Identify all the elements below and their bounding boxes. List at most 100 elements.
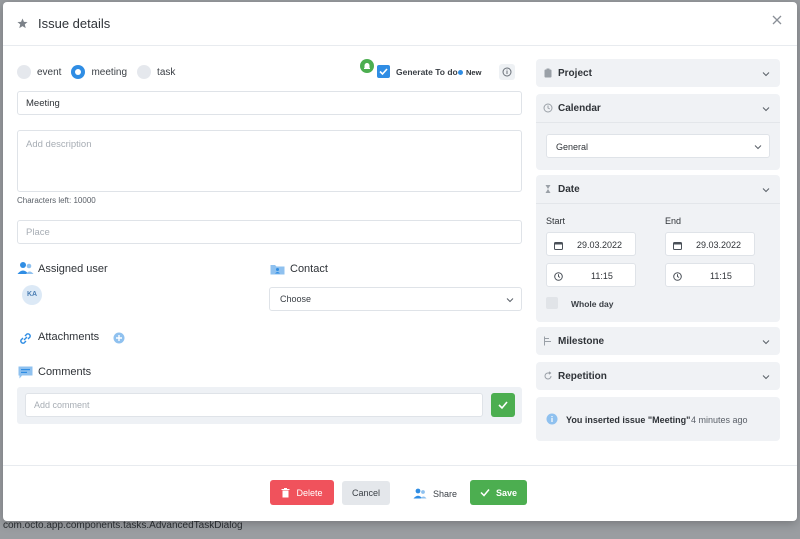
bell-icon: [360, 59, 374, 73]
radio-meeting[interactable]: meeting: [71, 65, 127, 79]
divider: [536, 203, 780, 204]
background-status-text: com.octo.app.components.tasks.AdvancedTa…: [3, 520, 243, 531]
panel-repetition-title: Repetition: [558, 371, 607, 382]
chevron-down-icon: [754, 145, 762, 150]
issue-type-radio-group: event meeting task: [17, 64, 185, 80]
new-badge-dot: [458, 70, 463, 75]
panel-project-title: Project: [558, 68, 592, 79]
radio-task-label: task: [157, 66, 176, 78]
contact-heading: Contact: [290, 263, 328, 275]
comment-icon: [18, 366, 33, 379]
panel-calendar-title[interactable]: Calendar: [558, 103, 601, 114]
start-time-input[interactable]: 11:15: [546, 263, 636, 287]
new-badge: New: [466, 68, 482, 77]
panel-milestone-title: Milestone: [558, 336, 605, 347]
chevron-down-icon[interactable]: [762, 186, 770, 194]
chevron-down-icon: [762, 72, 770, 77]
panel-calendar: Calendar General: [536, 94, 780, 170]
hourglass-icon: [545, 185, 551, 193]
title-input[interactable]: Meeting: [17, 91, 522, 115]
issue-details-dialog: Issue details event meeting task Generat…: [3, 2, 797, 521]
description-textarea[interactable]: Add description: [17, 130, 522, 192]
chevron-down-icon: [762, 340, 770, 345]
whole-day-checkbox[interactable]: [546, 297, 558, 309]
save-button-label: Save: [495, 487, 518, 498]
chevron-down-icon: [762, 375, 770, 380]
activity-text: You inserted issue "Meeting": [566, 415, 691, 425]
activity-time: 4 minutes ago: [691, 415, 748, 425]
radio-meeting-label: meeting: [91, 66, 128, 78]
start-date-input[interactable]: 29.03.2022: [546, 232, 636, 256]
calendar-icon: [554, 242, 563, 250]
end-label: End: [665, 216, 682, 226]
chevron-down-icon[interactable]: [762, 105, 770, 113]
check-icon: [480, 489, 490, 497]
clock-icon: [673, 272, 682, 281]
end-date-value: 29.03.2022: [696, 240, 742, 250]
panel-date-title[interactable]: Date: [558, 184, 580, 195]
end-date-input[interactable]: 29.03.2022: [665, 232, 755, 256]
comment-box: Add comment: [17, 387, 522, 424]
check-icon: [498, 401, 508, 410]
footer-divider: [3, 465, 797, 466]
panel-date: Date Start End 29.03.2022 29.03.2022 11:…: [536, 175, 780, 322]
calendar-select-value: General: [556, 142, 589, 152]
radio-event-circle[interactable]: [17, 65, 31, 79]
info-button[interactable]: [499, 64, 515, 80]
radio-task-circle[interactable]: [137, 65, 152, 79]
dialog-title: Issue details: [38, 16, 111, 31]
radio-event-label: event: [37, 66, 62, 78]
contact-select-value: Choose: [280, 294, 312, 304]
comment-input[interactable]: Add comment: [25, 393, 483, 417]
flag-icon: [544, 336, 551, 346]
clock-icon: [554, 272, 563, 281]
calendar-select[interactable]: General: [546, 134, 770, 158]
add-attachment-icon[interactable]: [113, 332, 125, 344]
chevron-down-icon: [506, 298, 514, 303]
calendar-icon: [673, 242, 682, 250]
close-icon[interactable]: [771, 14, 783, 26]
folder-contact-icon: [270, 265, 285, 275]
characters-left: Characters left: 10000: [17, 196, 96, 205]
start-date-value: 29.03.2022: [577, 240, 623, 250]
cancel-button[interactable]: Cancel: [342, 481, 390, 505]
whole-day-label: Whole day: [571, 299, 614, 309]
panel-milestone[interactable]: Milestone: [536, 327, 780, 355]
comments-heading: Comments: [38, 366, 92, 378]
repeat-icon: [544, 371, 552, 380]
end-time-input[interactable]: 11:15: [665, 263, 755, 287]
place-input[interactable]: Place: [17, 220, 522, 244]
trash-icon: [281, 487, 290, 497]
activity-log: You inserted issue "Meeting" 4 minutes a…: [536, 397, 780, 441]
send-comment-button[interactable]: [491, 393, 515, 417]
clock-icon: [543, 103, 553, 113]
radio-task[interactable]: task: [137, 65, 175, 79]
divider: [536, 122, 780, 123]
radio-event[interactable]: event: [17, 65, 61, 79]
info-icon: [502, 67, 512, 77]
delete-button-label: Delete: [296, 487, 323, 498]
star-icon[interactable]: [17, 18, 28, 29]
start-label: Start: [546, 216, 566, 226]
link-icon: [20, 333, 31, 344]
attachments-heading: Attachments: [38, 331, 100, 343]
share-users-icon: [413, 488, 427, 499]
info-icon: [546, 413, 558, 425]
end-time-value: 11:15: [710, 271, 732, 281]
start-time-value: 11:15: [591, 271, 613, 281]
avatar[interactable]: KA: [22, 285, 42, 305]
dialog-header: Issue details: [3, 2, 797, 46]
panel-repetition[interactable]: Repetition: [536, 362, 780, 390]
delete-button[interactable]: Delete: [270, 480, 334, 505]
save-button[interactable]: Save: [470, 480, 527, 505]
clipboard-icon: [544, 68, 552, 78]
generate-todo-label: Generate To do: [396, 67, 458, 77]
users-icon: [17, 262, 34, 274]
share-button[interactable]: Share: [407, 481, 463, 506]
share-button-label: Share: [432, 488, 458, 499]
contact-select[interactable]: Choose: [269, 287, 522, 311]
assigned-user-heading: Assigned user: [38, 263, 108, 275]
generate-todo-checkbox[interactable]: [377, 65, 390, 78]
panel-project[interactable]: Project: [536, 59, 780, 87]
radio-meeting-circle[interactable]: [71, 65, 86, 79]
